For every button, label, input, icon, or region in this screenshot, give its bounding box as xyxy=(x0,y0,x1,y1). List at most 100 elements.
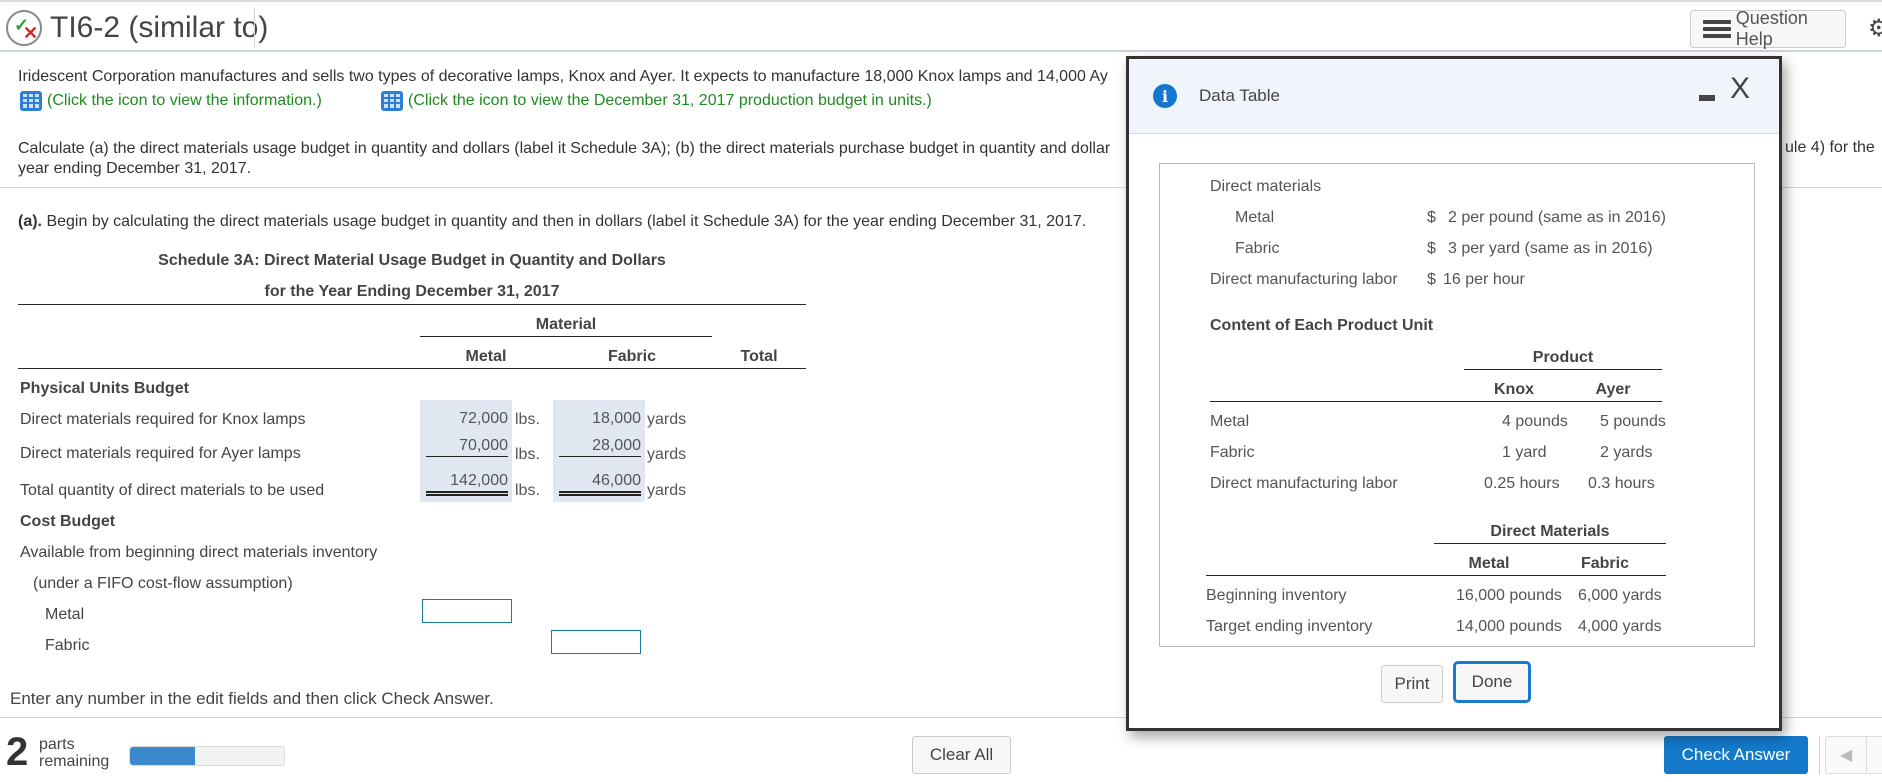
product-row-label: Direct manufacturing labor xyxy=(1210,475,1398,492)
target-fabric-value: 4,000 yards xyxy=(1578,618,1662,635)
close-button[interactable]: X xyxy=(1730,71,1750,107)
part-a-instructions: (a). Begin by calculating the direct mat… xyxy=(18,213,1086,231)
instruction-text: Enter any number in the edit fields and … xyxy=(10,689,494,708)
x-mark-icon: ✕ xyxy=(23,23,39,43)
metal-beginning-inventory-input[interactable] xyxy=(422,599,512,623)
data-table-panel: Direct materials Metal $ 2 per pound (sa… xyxy=(1159,163,1755,647)
calc-line-1: Calculate (a) the direct materials usage… xyxy=(18,140,1111,157)
parts-remaining-count: 2 xyxy=(6,730,29,774)
view-information-link[interactable]: (Click the icon to view the information.… xyxy=(20,91,322,111)
remaining-label: remaining xyxy=(39,753,110,770)
table-top-rule xyxy=(18,304,806,305)
question-help-button[interactable]: Question Help xyxy=(1690,8,1846,49)
product-row-label: Metal xyxy=(1210,413,1250,430)
row-label-knox: Direct materials required for Knox lamps xyxy=(20,411,306,428)
column-header-knox: Knox xyxy=(1494,381,1534,398)
cost-fifo-label: (under a FIFO cost-flow assumption) xyxy=(33,575,293,592)
row-label-ayer: Direct materials required for Ayer lamps xyxy=(20,445,301,462)
beginning-metal-value: 16,000 pounds xyxy=(1456,587,1562,604)
list-icon xyxy=(1703,20,1731,38)
fabric-total-value: 46,000 xyxy=(592,472,641,489)
minimize-button[interactable] xyxy=(1699,95,1715,101)
metal-total-double-rule xyxy=(426,491,508,496)
previous-button[interactable]: ◀ xyxy=(1825,736,1867,774)
material-group-header: Material xyxy=(535,316,597,333)
dm-column-fabric: Fabric xyxy=(1580,555,1629,572)
parts-label: parts xyxy=(39,736,75,753)
view-production-budget-label: (Click the icon to view the December 31,… xyxy=(408,92,932,109)
ayer-labor-value: 0.3 hours xyxy=(1588,475,1655,492)
metal-currency: $ xyxy=(1427,209,1436,226)
row-label-total: Total quantity of direct materials to be… xyxy=(20,482,325,499)
fabric-currency: $ xyxy=(1427,240,1436,257)
view-production-budget-link[interactable]: (Click the icon to view the December 31,… xyxy=(381,91,932,111)
material-group-rule xyxy=(420,336,712,337)
direct-materials-header: Direct Materials xyxy=(1490,523,1610,540)
dm-columns-rule xyxy=(1206,575,1666,576)
fabric-unit: yards xyxy=(647,446,687,463)
knox-metal-value: 4 pounds xyxy=(1502,413,1568,430)
knox-labor-value: 0.25 hours xyxy=(1484,475,1560,492)
metal-unit: lbs. xyxy=(515,482,540,499)
product-row-label: Fabric xyxy=(1210,444,1255,461)
partial-correct-status-icon: ✓ ✕ xyxy=(6,10,42,46)
metal-unit: lbs. xyxy=(515,411,540,428)
column-header-metal: Metal xyxy=(465,348,507,365)
part-a-label: (a). xyxy=(18,213,42,230)
column-header-fabric: Fabric xyxy=(607,348,656,365)
schedule-subtitle: for the Year Ending December 31, 2017 xyxy=(264,283,560,300)
metal-knox-value: 72,000 xyxy=(459,410,508,427)
beginning-inventory-label: Beginning inventory xyxy=(1206,587,1347,604)
question-header: ✓ ✕ TI6-2 (similar to) Question Help ⚙ xyxy=(0,2,1882,52)
ayer-metal-value: 5 pounds xyxy=(1600,413,1666,430)
dialog-title: Data Table xyxy=(1199,86,1280,105)
metal-total-value: 142,000 xyxy=(450,472,508,489)
calc-line-1-tail: ule 4) for the xyxy=(1785,139,1875,156)
calc-line-2: year ending December 31, 2017. xyxy=(18,160,252,177)
done-button[interactable]: Done xyxy=(1453,661,1531,703)
cost-metal-label: Metal xyxy=(45,606,85,623)
header-bottom-rule xyxy=(18,368,806,369)
knox-fabric-value: 1 yard xyxy=(1502,444,1547,461)
target-ending-inventory-label: Target ending inventory xyxy=(1206,618,1373,635)
column-header-total: Total xyxy=(740,348,778,365)
beginning-fabric-value: 6,000 yards xyxy=(1578,587,1662,604)
cost-fabric-label: Fabric xyxy=(45,637,90,654)
section-cost-budget: Cost Budget xyxy=(20,513,116,530)
direct-materials-label: Direct materials xyxy=(1210,178,1322,195)
fabric-price: 3 per yard (same as in 2016) xyxy=(1448,240,1653,257)
dm-header-rule xyxy=(1434,543,1666,544)
check-answer-button[interactable]: Check Answer xyxy=(1664,736,1808,774)
fabric-unit: yards xyxy=(647,482,687,499)
metal-unit: lbs. xyxy=(515,446,540,463)
metal-ayer-value: 70,000 xyxy=(459,437,508,454)
print-button[interactable]: Print xyxy=(1381,665,1443,703)
clear-all-button[interactable]: Clear All xyxy=(912,736,1011,774)
fabric-unit: yards xyxy=(647,411,687,428)
labor-currency: $ xyxy=(1427,271,1436,288)
fabric-subtotal-rule xyxy=(559,456,641,457)
cost-beginning-inventory-label: Available from beginning direct material… xyxy=(20,544,378,561)
progress-fill xyxy=(130,747,195,765)
product-columns-rule xyxy=(1210,401,1662,402)
ayer-fabric-value: 2 yards xyxy=(1600,444,1653,461)
info-icon: i xyxy=(1153,84,1177,108)
target-metal-value: 14,000 pounds xyxy=(1456,618,1562,635)
fabric-ayer-value: 28,000 xyxy=(592,437,641,454)
progress-bar xyxy=(129,746,285,766)
table-icon xyxy=(381,91,403,111)
gear-icon[interactable]: ⚙ xyxy=(1868,14,1882,43)
fabric-beginning-inventory-input[interactable] xyxy=(551,630,641,654)
fabric-label: Fabric xyxy=(1235,240,1280,257)
nav-divider xyxy=(1819,736,1820,774)
data-table-dialog: i Data Table X Direct materials Metal $ … xyxy=(1126,56,1782,731)
next-button[interactable] xyxy=(1866,736,1882,774)
table-icon xyxy=(20,91,42,111)
labor-label: Direct manufacturing labor xyxy=(1210,271,1398,288)
fabric-total-double-rule xyxy=(559,491,641,496)
content-heading: Content of Each Product Unit xyxy=(1210,317,1434,334)
metal-label: Metal xyxy=(1235,209,1275,226)
product-header-rule xyxy=(1464,369,1662,370)
section-physical-units: Physical Units Budget xyxy=(20,380,189,397)
schedule-title: Schedule 3A: Direct Material Usage Budge… xyxy=(158,252,666,269)
